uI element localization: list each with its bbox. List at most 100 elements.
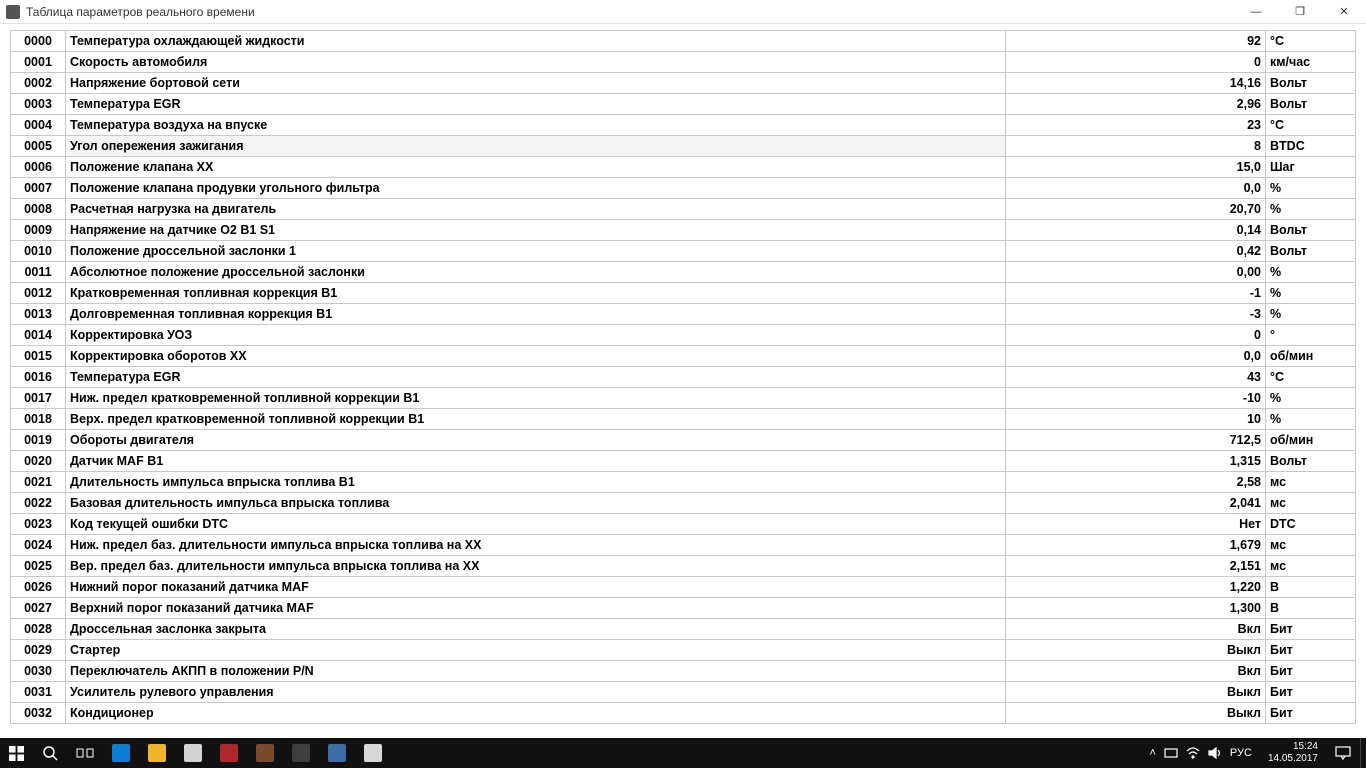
table-row[interactable]: 0019Обороты двигателя712,5об/мин xyxy=(11,430,1356,451)
table-row[interactable]: 0017Ниж. предел кратковременной топливно… xyxy=(11,388,1356,409)
row-id: 0020 xyxy=(11,451,66,472)
row-unit: °C xyxy=(1266,367,1356,388)
search-icon[interactable] xyxy=(33,738,67,768)
minimize-button[interactable]: — xyxy=(1234,0,1278,23)
taskbar-app-icon[interactable] xyxy=(211,738,247,768)
table-row[interactable]: 0012Кратковременная топливная коррекция … xyxy=(11,283,1356,304)
table-row[interactable]: 0022Базовая длительность импульса впрыск… xyxy=(11,493,1356,514)
row-value: Выкл xyxy=(1006,703,1266,724)
table-row[interactable]: 0001Скорость автомобиля0км/час xyxy=(11,52,1356,73)
taskbar-app-icon[interactable] xyxy=(247,738,283,768)
row-value: 92 xyxy=(1006,31,1266,52)
system-tray[interactable]: ˄ РУС xyxy=(1141,747,1259,759)
taskbar-app-icon[interactable] xyxy=(319,738,355,768)
table-row[interactable]: 0029СтартерВыклБит xyxy=(11,640,1356,661)
close-button[interactable]: ✕ xyxy=(1322,0,1366,23)
table-row[interactable]: 0005Угол опережения зажигания8BTDC xyxy=(11,136,1356,157)
tray-chevron-icon[interactable]: ˄ xyxy=(1149,747,1155,759)
row-value: 10 xyxy=(1006,409,1266,430)
row-id: 0018 xyxy=(11,409,66,430)
row-value: 1,315 xyxy=(1006,451,1266,472)
tray-language[interactable]: РУС xyxy=(1230,747,1252,759)
table-row[interactable]: 0028Дроссельная заслонка закрытаВклБит xyxy=(11,619,1356,640)
table-row[interactable]: 0008Расчетная нагрузка на двигатель20,70… xyxy=(11,199,1356,220)
row-value: 1,300 xyxy=(1006,598,1266,619)
row-unit: Бит xyxy=(1266,682,1356,703)
table-row[interactable]: 0007Положение клапана продувки угольного… xyxy=(11,178,1356,199)
action-center-icon[interactable] xyxy=(1326,738,1360,768)
row-unit: Вольт xyxy=(1266,73,1356,94)
row-name: Напряжение бортовой сети xyxy=(66,73,1006,94)
table-row[interactable]: 0032КондиционерВыклБит xyxy=(11,703,1356,724)
maximize-button[interactable]: ❐ xyxy=(1278,0,1322,23)
row-name: Ниж. предел баз. длительности импульса в… xyxy=(66,535,1006,556)
row-value: Вкл xyxy=(1006,661,1266,682)
tray-volume-icon[interactable] xyxy=(1208,747,1222,759)
table-row[interactable]: 0006Положение клапана XX15,0Шаг xyxy=(11,157,1356,178)
row-unit: % xyxy=(1266,283,1356,304)
table-row[interactable]: 0027Верхний порог показаний датчика MAF1… xyxy=(11,598,1356,619)
table-row[interactable]: 0013Долговременная топливная коррекция B… xyxy=(11,304,1356,325)
row-name: Ниж. предел кратковременной топливной ко… xyxy=(66,388,1006,409)
tray-wifi-icon[interactable] xyxy=(1186,747,1200,759)
content-area[interactable]: 0000Температура охлаждающей жидкости92°C… xyxy=(0,24,1366,738)
table-row[interactable]: 0031Усилитель рулевого управленияВыклБит xyxy=(11,682,1356,703)
table-row[interactable]: 0000Температура охлаждающей жидкости92°C xyxy=(11,31,1356,52)
row-unit: мс xyxy=(1266,493,1356,514)
row-value: 2,151 xyxy=(1006,556,1266,577)
table-row[interactable]: 0004Температура воздуха на впуске23°C xyxy=(11,115,1356,136)
app-icon xyxy=(6,5,20,19)
table-row[interactable]: 0021Длительность импульса впрыска топлив… xyxy=(11,472,1356,493)
row-id: 0007 xyxy=(11,178,66,199)
tray-network-icon[interactable] xyxy=(1164,747,1178,759)
taskbar-app-icon[interactable] xyxy=(355,738,391,768)
table-row[interactable]: 0003Температура EGR2,96Вольт xyxy=(11,94,1356,115)
row-name: Скорость автомобиля xyxy=(66,52,1006,73)
taskbar-app-icon[interactable] xyxy=(103,738,139,768)
row-unit: % xyxy=(1266,262,1356,283)
taskbar-clock[interactable]: 15:24 14.05.2017 xyxy=(1260,741,1326,765)
row-name: Стартер xyxy=(66,640,1006,661)
table-row[interactable]: 0015Корректировка оборотов XX0,0об/мин xyxy=(11,346,1356,367)
table-row[interactable]: 0030Переключатель АКПП в положении P/NВк… xyxy=(11,661,1356,682)
table-row[interactable]: 0014Корректировка УОЗ0° xyxy=(11,325,1356,346)
row-name: Температура охлаждающей жидкости xyxy=(66,31,1006,52)
row-unit: °C xyxy=(1266,31,1356,52)
task-view-icon[interactable] xyxy=(67,738,103,768)
row-value: 8 xyxy=(1006,136,1266,157)
row-name: Угол опережения зажигания xyxy=(66,136,1006,157)
row-unit: DTC xyxy=(1266,514,1356,535)
row-value: 0,00 xyxy=(1006,262,1266,283)
table-row[interactable]: 0023Код текущей ошибки DTCНетDTC xyxy=(11,514,1356,535)
row-id: 0028 xyxy=(11,619,66,640)
table-row[interactable]: 0026Нижний порог показаний датчика MAF1,… xyxy=(11,577,1356,598)
start-button[interactable] xyxy=(0,738,33,768)
row-unit: % xyxy=(1266,178,1356,199)
taskbar-app-icon[interactable] xyxy=(283,738,319,768)
taskbar-date: 14.05.2017 xyxy=(1268,753,1318,765)
taskbar-app-icon[interactable] xyxy=(139,738,175,768)
show-desktop-button[interactable] xyxy=(1360,738,1366,768)
row-name: Верхний порог показаний датчика MAF xyxy=(66,598,1006,619)
table-row[interactable]: 0016Температура EGR43°C xyxy=(11,367,1356,388)
table-row[interactable]: 0011Абсолютное положение дроссельной зас… xyxy=(11,262,1356,283)
row-id: 0000 xyxy=(11,31,66,52)
row-value: Выкл xyxy=(1006,682,1266,703)
row-name: Базовая длительность импульса впрыска то… xyxy=(66,493,1006,514)
row-name: Корректировка оборотов XX xyxy=(66,346,1006,367)
table-row[interactable]: 0024Ниж. предел баз. длительности импуль… xyxy=(11,535,1356,556)
taskbar-app-icon[interactable] xyxy=(175,738,211,768)
row-value: 0 xyxy=(1006,325,1266,346)
table-row[interactable]: 0002Напряжение бортовой сети14,16Вольт xyxy=(11,73,1356,94)
table-row[interactable]: 0009Напряжение на датчике O2 B1 S10,14Во… xyxy=(11,220,1356,241)
row-id: 0030 xyxy=(11,661,66,682)
row-id: 0016 xyxy=(11,367,66,388)
table-row[interactable]: 0010Положение дроссельной заслонки 10,42… xyxy=(11,241,1356,262)
row-name: Температура воздуха на впуске xyxy=(66,115,1006,136)
table-row[interactable]: 0025Вер. предел баз. длительности импуль… xyxy=(11,556,1356,577)
table-row[interactable]: 0018Верх. предел кратковременной топливн… xyxy=(11,409,1356,430)
row-id: 0006 xyxy=(11,157,66,178)
row-unit: Бит xyxy=(1266,640,1356,661)
row-unit: мс xyxy=(1266,535,1356,556)
table-row[interactable]: 0020Датчик MAF B11,315Вольт xyxy=(11,451,1356,472)
